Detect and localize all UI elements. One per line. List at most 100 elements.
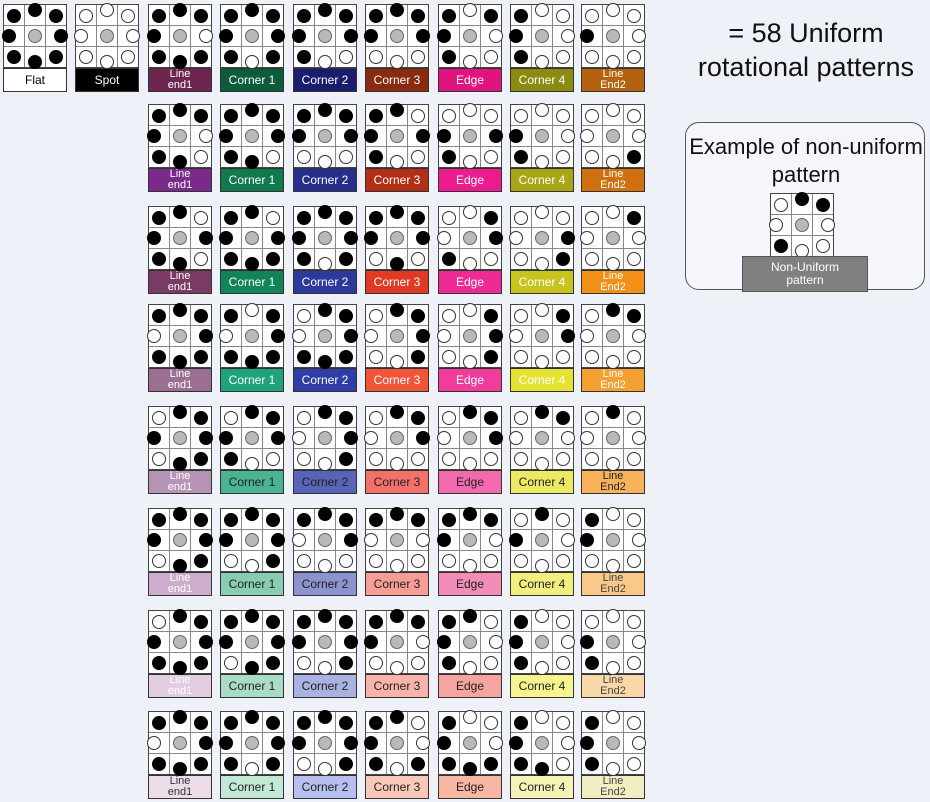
neighbor-pixel-on	[514, 9, 528, 23]
pattern-tile-r4-c6: Corner 4	[509, 303, 575, 392]
lbp-grid	[580, 710, 646, 776]
pattern-label: Corner 4	[510, 168, 574, 192]
center-pixel	[463, 231, 477, 245]
neighbor-pixel-off	[364, 329, 378, 343]
neighbor-pixel-on	[339, 513, 353, 527]
neighbor-pixel-on	[339, 656, 353, 670]
lbp-grid	[364, 3, 430, 69]
pattern-tile-r3-c5: Edge	[437, 205, 503, 294]
neighbor-pixel-on	[585, 656, 599, 670]
neighbor-pixel-on	[173, 405, 187, 419]
neighbor-pixel-on	[390, 405, 404, 419]
neighbor-pixel-on	[369, 9, 383, 23]
center-pixel	[245, 231, 259, 245]
neighbor-pixel-off	[535, 257, 549, 271]
pattern-tile-r7-c1: Line end1	[147, 609, 213, 698]
neighbor-pixel-off	[632, 736, 646, 750]
pattern-label: Edge	[438, 572, 502, 596]
center-pixel	[318, 431, 332, 445]
center-pixel	[535, 533, 549, 547]
pattern-label: Line End2	[581, 368, 645, 392]
neighbor-pixel-off	[390, 457, 404, 471]
neighbor-pixel-on	[219, 29, 233, 43]
neighbor-pixel-off	[245, 762, 259, 776]
lbp-grid	[580, 205, 646, 271]
neighbor-pixel-off	[489, 635, 503, 649]
neighbor-pixel-on	[292, 231, 306, 245]
lbp-grid	[292, 710, 358, 776]
neighbor-pixel-on	[318, 355, 332, 369]
neighbor-pixel-off	[152, 615, 166, 629]
pattern-label: Corner 3	[365, 572, 429, 596]
neighbor-pixel-off	[194, 211, 208, 225]
neighbor-pixel-off	[318, 155, 332, 169]
neighbor-pixel-on	[152, 50, 166, 64]
center-pixel	[535, 736, 549, 750]
neighbor-pixel-on	[442, 615, 456, 629]
pattern-label: Edge	[438, 68, 502, 92]
neighbor-pixel-on	[463, 507, 477, 521]
neighbor-pixel-off	[463, 3, 477, 17]
neighbor-pixel-off	[245, 303, 259, 317]
neighbor-pixel-on	[411, 615, 425, 629]
neighbor-pixel-on	[364, 29, 378, 43]
lbp-grid	[147, 3, 213, 69]
neighbor-pixel-on	[266, 554, 280, 568]
neighbor-pixel-off	[390, 155, 404, 169]
neighbor-pixel-off	[369, 411, 383, 425]
neighbor-pixel-on	[484, 9, 498, 23]
neighbor-pixel-off	[369, 252, 383, 266]
neighbor-pixel-on	[364, 231, 378, 245]
neighbor-pixel-off	[585, 615, 599, 629]
pattern-label: Line End2	[581, 572, 645, 596]
neighbor-pixel-on	[194, 513, 208, 527]
neighbor-pixel-off	[627, 411, 641, 425]
pattern-tile-r5-c7: Line End2	[580, 405, 646, 494]
pattern-tile-r6-c1: Line end1	[147, 507, 213, 596]
neighbor-pixel-on	[199, 231, 213, 245]
lbp-grid	[437, 507, 503, 573]
neighbor-pixel-off	[606, 661, 620, 675]
neighbor-pixel-off	[632, 29, 646, 43]
neighbor-pixel-off	[632, 231, 646, 245]
pattern-tile-r8-c4: Corner 3	[364, 710, 430, 799]
neighbor-pixel-on	[271, 533, 285, 547]
pattern-tile-r6-c6: Corner 4	[509, 507, 575, 596]
neighbor-pixel-on	[194, 554, 208, 568]
neighbor-pixel-off	[199, 29, 213, 43]
pattern-label: Line end1	[148, 270, 212, 294]
neighbor-pixel-off	[606, 559, 620, 573]
neighbor-pixel-off	[561, 635, 575, 649]
lbp-grid	[580, 609, 646, 675]
pattern-label: Corner 1	[220, 470, 284, 494]
neighbor-pixel-on	[297, 211, 311, 225]
lbp-grid	[580, 3, 646, 69]
neighbor-pixel-off	[411, 252, 425, 266]
neighbor-pixel-off	[556, 513, 570, 527]
neighbor-pixel-off	[627, 9, 641, 23]
neighbor-pixel-off	[627, 757, 641, 771]
center-pixel	[463, 129, 477, 143]
neighbor-pixel-off	[514, 109, 528, 123]
pattern-label: Flat	[3, 68, 67, 92]
neighbor-pixel-off	[369, 656, 383, 670]
pattern-tile-r1-c2: Corner 1	[219, 3, 285, 92]
lbp-grid	[509, 710, 575, 776]
neighbor-pixel-off	[297, 452, 311, 466]
pattern-tile-r1-c5: Edge	[437, 3, 503, 92]
neighbor-pixel-off	[556, 716, 570, 730]
pattern-label: Corner 2	[293, 470, 357, 494]
neighbor-pixel-off	[442, 211, 456, 225]
neighbor-pixel-on	[514, 50, 528, 64]
pattern-tile-r3-c3: Corner 2	[292, 205, 358, 294]
neighbor-pixel-off	[535, 103, 549, 117]
neighbor-pixel-on	[152, 716, 166, 730]
lbp-grid	[219, 507, 285, 573]
neighbor-pixel-off	[561, 129, 575, 143]
pattern-label: Line end1	[148, 470, 212, 494]
neighbor-pixel-on	[152, 757, 166, 771]
neighbor-pixel-off	[556, 452, 570, 466]
neighbor-pixel-off	[74, 29, 88, 43]
neighbor-pixel-off	[463, 457, 477, 471]
neighbor-pixel-off	[318, 661, 332, 675]
